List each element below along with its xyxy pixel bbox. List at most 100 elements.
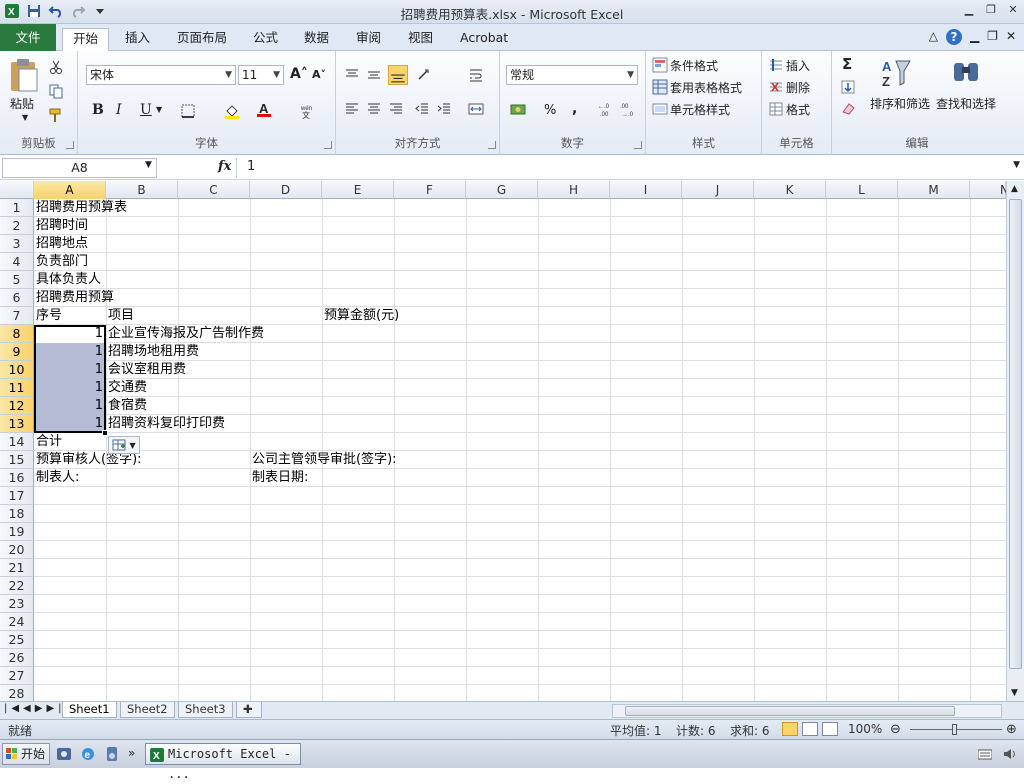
- column-header-b[interactable]: B: [106, 181, 178, 199]
- delete-cells-button[interactable]: 删除: [786, 79, 810, 96]
- cell-a8[interactable]: 1: [34, 325, 106, 343]
- name-box[interactable]: A8: [2, 158, 157, 178]
- auto-fill-options-button[interactable]: ▼: [108, 436, 140, 454]
- row-header[interactable]: 9: [0, 343, 34, 361]
- tab-review[interactable]: 审阅: [346, 28, 391, 50]
- row-header[interactable]: 8: [0, 325, 34, 343]
- font-size-combo[interactable]: 11 ▼: [238, 65, 284, 85]
- cell-a9[interactable]: 1: [34, 343, 106, 361]
- underline-dropdown-icon[interactable]: ▼: [156, 105, 162, 114]
- column-header-j[interactable]: J: [682, 181, 754, 199]
- cut-icon[interactable]: [48, 59, 64, 75]
- cell-b10[interactable]: 会议室租用费: [106, 361, 186, 379]
- media-player-icon[interactable]: [104, 746, 120, 762]
- cell-b13[interactable]: 招聘资料复印打印费: [106, 415, 225, 433]
- column-header-l[interactable]: L: [826, 181, 898, 199]
- sheet-nav-icons[interactable]: |◀◀▶▶|: [4, 703, 66, 714]
- increase-indent-icon[interactable]: [436, 101, 452, 117]
- cell-a1[interactable]: 招聘费用预算表: [34, 199, 127, 217]
- bold-button[interactable]: B: [92, 102, 104, 118]
- row-header[interactable]: 7: [0, 307, 34, 325]
- tab-view[interactable]: 视图: [398, 28, 443, 50]
- tab-page-layout[interactable]: 页面布局: [167, 28, 237, 50]
- row-header[interactable]: 13: [0, 415, 34, 433]
- row-header[interactable]: 19: [0, 523, 34, 541]
- taskbar-excel-item[interactable]: Microsoft Excel - ...: [145, 743, 301, 781]
- sheet-tab-sheet1[interactable]: Sheet1: [62, 702, 117, 718]
- horizontal-scrollbar[interactable]: [612, 704, 1002, 718]
- internet-explorer-icon[interactable]: e: [80, 746, 96, 762]
- sort-filter-icon[interactable]: AZ: [880, 57, 912, 89]
- keyboard-icon[interactable]: [978, 748, 992, 760]
- cell-styles-button[interactable]: 单元格样式: [670, 101, 730, 118]
- number-format-dropdown-icon[interactable]: ▼: [627, 66, 634, 84]
- row-header[interactable]: 15: [0, 451, 34, 469]
- column-header-e[interactable]: E: [322, 181, 394, 199]
- cell-styles-icon[interactable]: [652, 101, 668, 117]
- volume-icon[interactable]: [1002, 747, 1016, 761]
- cell-b7[interactable]: 项目: [106, 307, 134, 325]
- row-header[interactable]: 1: [0, 199, 34, 217]
- conditional-formatting-icon[interactable]: [652, 57, 668, 73]
- cell-b11[interactable]: 交通费: [106, 379, 147, 397]
- delete-cells-icon[interactable]: [768, 79, 784, 95]
- quicklaunch-app-icon[interactable]: [56, 746, 72, 762]
- row-header[interactable]: 2: [0, 217, 34, 235]
- close-workbook-icon[interactable]: ✕: [1006, 29, 1016, 45]
- fill-icon[interactable]: [840, 79, 856, 95]
- decrease-indent-icon[interactable]: [414, 101, 430, 117]
- collapse-ribbon-icon[interactable]: △: [929, 29, 938, 45]
- font-size-dropdown-icon[interactable]: ▼: [273, 66, 280, 84]
- row-header[interactable]: 27: [0, 667, 34, 685]
- find-select-icon[interactable]: [950, 57, 982, 89]
- shrink-font-icon[interactable]: A˅: [312, 68, 326, 81]
- cell-a7[interactable]: 序号: [34, 307, 62, 325]
- number-launcher-icon[interactable]: [634, 141, 642, 149]
- vertical-scroll-thumb[interactable]: [1009, 199, 1022, 669]
- help-icon[interactable]: ?: [945, 29, 962, 45]
- vertical-scrollbar[interactable]: ▲ ▼: [1006, 181, 1024, 701]
- close-icon[interactable]: ✕: [1006, 3, 1020, 16]
- zoom-slider-thumb[interactable]: [952, 724, 957, 735]
- sheet-tab-sheet3[interactable]: Sheet3: [178, 702, 233, 718]
- align-bottom-icon[interactable]: [388, 65, 408, 85]
- italic-button[interactable]: I: [116, 102, 122, 118]
- tab-data[interactable]: 数据: [294, 28, 339, 50]
- number-format-combo[interactable]: 常规 ▼: [506, 65, 638, 85]
- cell-a13[interactable]: 1: [34, 415, 106, 433]
- row-header[interactable]: 17: [0, 487, 34, 505]
- cell-b12[interactable]: 食宿费: [106, 397, 147, 415]
- row-header[interactable]: 4: [0, 253, 34, 271]
- cell-a16[interactable]: 制表人:: [34, 469, 79, 487]
- cell-a6[interactable]: 招聘费用预算: [34, 289, 114, 307]
- cell-b9[interactable]: 招聘场地租用费: [106, 343, 199, 361]
- format-painter-icon[interactable]: [48, 107, 64, 123]
- decrease-decimal-icon[interactable]: .00→.0: [620, 101, 636, 117]
- column-header-f[interactable]: F: [394, 181, 466, 199]
- currency-format-icon[interactable]: [510, 101, 526, 117]
- tab-insert[interactable]: 插入: [115, 28, 160, 50]
- format-cells-icon[interactable]: [768, 101, 784, 117]
- column-header-d[interactable]: D: [250, 181, 322, 199]
- paste-icon[interactable]: [8, 57, 40, 93]
- row-header[interactable]: 11: [0, 379, 34, 397]
- grow-font-icon[interactable]: A˄: [290, 66, 308, 82]
- row-header[interactable]: 5: [0, 271, 34, 289]
- clear-icon[interactable]: [840, 101, 856, 117]
- taskbar-more-icon[interactable]: »: [128, 746, 135, 760]
- row-header[interactable]: 22: [0, 577, 34, 595]
- autosum-button[interactable]: Σ: [842, 55, 852, 73]
- insert-cells-button[interactable]: 插入: [786, 57, 810, 74]
- format-as-table-icon[interactable]: [652, 79, 668, 95]
- align-middle-icon[interactable]: [366, 67, 382, 83]
- align-left-icon[interactable]: [344, 101, 360, 117]
- cell-d15[interactable]: 公司主管领导审批(签字):: [250, 451, 397, 469]
- minimize-icon[interactable]: ▁: [962, 3, 976, 16]
- font-launcher-icon[interactable]: [324, 141, 332, 149]
- restore-icon[interactable]: ❐: [984, 3, 998, 16]
- column-header-m[interactable]: M: [898, 181, 970, 199]
- formula-input[interactable]: 1: [236, 158, 1006, 178]
- row-header[interactable]: 26: [0, 649, 34, 667]
- worksheet-grid[interactable]: A B C D E F G H I J K L M N 1 2 3 4 5 6 …: [0, 181, 1006, 701]
- column-header-g[interactable]: G: [466, 181, 538, 199]
